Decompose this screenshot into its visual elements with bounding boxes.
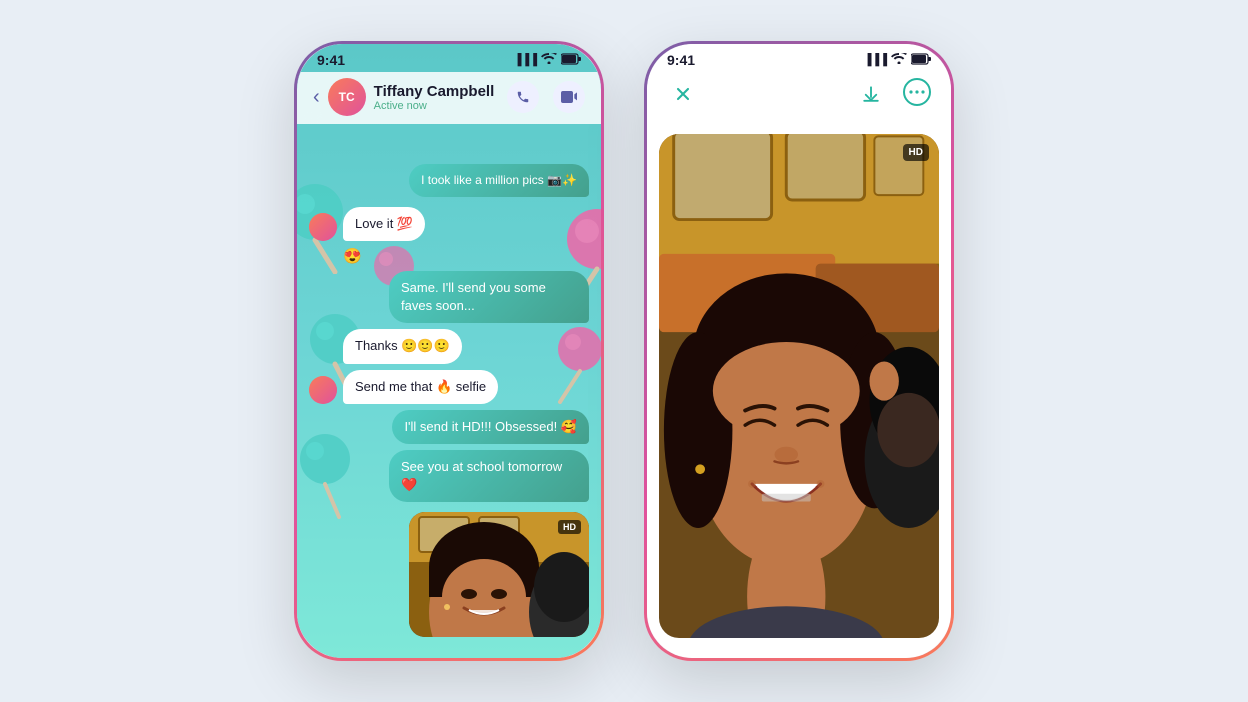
contact-name: Tiffany Campbell: [374, 83, 507, 100]
full-photo-container[interactable]: HD: [659, 134, 939, 638]
status-icons-left: ▐▐▐: [514, 53, 581, 68]
message-row-4: Send me that 🔥 selfie: [309, 370, 589, 404]
hd-badge-viewer: HD: [903, 144, 929, 161]
avatar-4: [309, 376, 337, 404]
time-left: 9:41: [317, 52, 345, 68]
message-bubble-4: Send me that 🔥 selfie: [343, 370, 498, 404]
emoji-reaction: 😍: [343, 247, 362, 265]
message-row-1: Love it 💯 😍: [309, 207, 589, 265]
battery-icon-right: [911, 53, 931, 68]
time-right: 9:41: [667, 52, 695, 68]
avatar-1: [309, 213, 337, 241]
right-phone-screen: 9:41 ▐▐▐: [647, 44, 951, 658]
hd-badge-thumbnail: HD: [558, 520, 581, 534]
call-button[interactable]: [507, 81, 539, 113]
contact-status: Active now: [374, 100, 507, 112]
back-button[interactable]: ‹: [313, 86, 320, 109]
status-icons-right: ▐▐▐: [864, 53, 931, 68]
message-bubble-3: Thanks 🙂🙂🙂: [343, 329, 462, 363]
close-button[interactable]: [667, 78, 699, 110]
status-bar-left: 9:41 ▐▐▐: [297, 44, 601, 72]
message-row-5: I'll send it HD!!! Obsessed! 🥰: [309, 410, 589, 444]
header-actions: [507, 81, 585, 113]
right-phone-frame: 9:41 ▐▐▐: [644, 41, 954, 661]
left-phone-screen: 9:41 ▐▐▐ ‹ TC Tiffany Cam: [297, 44, 601, 658]
message-bubble-6: See you at school tomorrow ❤️: [389, 450, 589, 502]
signal-icon-right: ▐▐▐: [864, 54, 887, 66]
wifi-icon-right: [891, 53, 907, 67]
message-bubble-2: Same. I'll send you some faves soon...: [389, 271, 589, 323]
viewer-actions: [855, 78, 931, 110]
battery-icon: [561, 53, 581, 68]
message-bubble-0: I took like a million pics 📷✨: [409, 164, 589, 197]
message-bubble-5: I'll send it HD!!! Obsessed! 🥰: [392, 410, 589, 444]
status-bar-right: 9:41 ▐▐▐: [647, 44, 951, 72]
right-phone: 9:41 ▐▐▐: [644, 41, 954, 661]
left-phone-frame: 9:41 ▐▐▐ ‹ TC Tiffany Cam: [294, 41, 604, 661]
chat-header: ‹ TC Tiffany Campbell Active now: [297, 72, 601, 124]
video-button[interactable]: [553, 81, 585, 113]
viewer-header: [647, 72, 951, 118]
signal-icon: ▐▐▐: [514, 54, 537, 66]
download-button[interactable]: [855, 78, 887, 110]
message-row-6: See you at school tomorrow ❤️: [309, 450, 589, 502]
message-bubble-1: Love it 💯: [343, 207, 425, 241]
messages-container: I took like a million pics 📷✨ Love it 💯 …: [297, 154, 601, 658]
photo-thumbnail-row[interactable]: HD: [309, 512, 589, 637]
message-row-0: I took like a million pics 📷✨: [309, 164, 589, 197]
contact-info: Tiffany Campbell Active now: [374, 83, 507, 112]
message-row-2: Same. I'll send you some faves soon...: [309, 271, 589, 323]
wifi-icon: [541, 53, 557, 67]
more-button[interactable]: [903, 78, 931, 106]
message-row-3: Thanks 🙂🙂🙂: [309, 329, 589, 363]
contact-avatar: TC: [328, 78, 366, 116]
left-phone: 9:41 ▐▐▐ ‹ TC Tiffany Cam: [294, 41, 604, 661]
